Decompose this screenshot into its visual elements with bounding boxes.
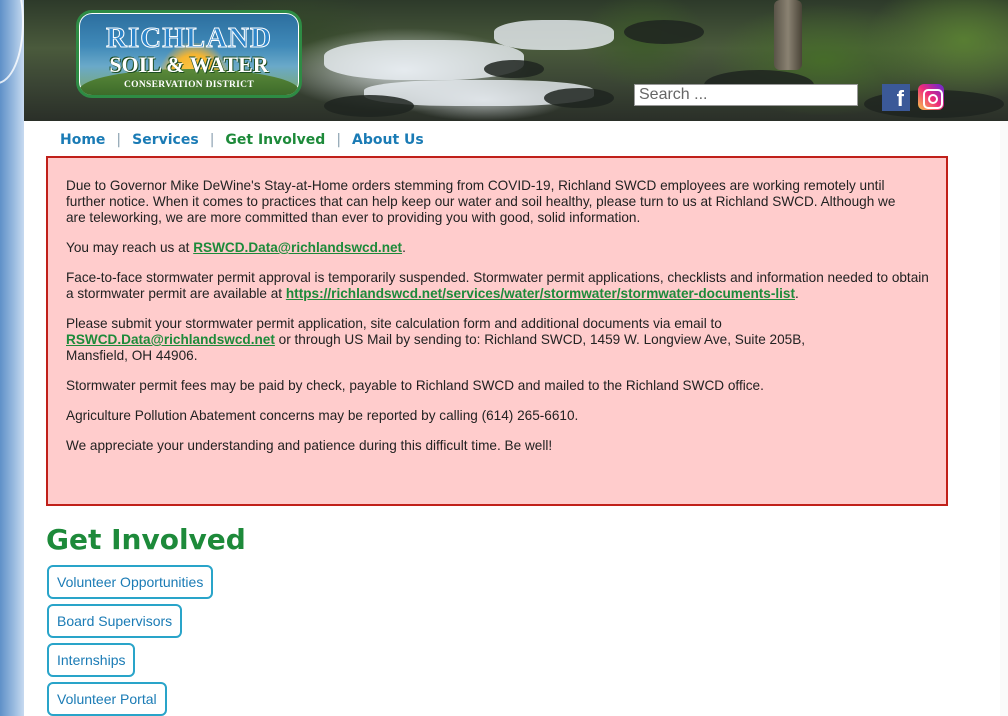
notice-text: Please submit your stormwater permit app… bbox=[66, 316, 722, 331]
logo-text-district: CONSERVATION DISTRICT bbox=[124, 80, 254, 90]
rock bbox=[484, 60, 544, 78]
internships-button[interactable]: Internships bbox=[47, 643, 136, 677]
email-link[interactable]: RSWCD.Data@richlandswcd.net bbox=[66, 332, 275, 347]
nav-about-us[interactable]: About Us bbox=[352, 132, 424, 148]
right-edge bbox=[1000, 121, 1008, 716]
notice-paragraph: Face-to-face stormwater permit approval … bbox=[66, 270, 936, 302]
nav-get-involved[interactable]: Get Involved bbox=[225, 132, 325, 148]
stream-water bbox=[494, 20, 614, 50]
rock bbox=[544, 88, 614, 108]
volunteer-opportunities-button[interactable]: Volunteer Opportunities bbox=[47, 565, 214, 599]
notice-paragraph: Stormwater permit fees may be paid by ch… bbox=[66, 378, 764, 393]
stormwater-documents-link[interactable]: https://richlandswcd.net/services/water/… bbox=[286, 286, 795, 301]
nav-separator: | bbox=[209, 132, 215, 148]
notice-paragraph: Due to Governor Mike DeWine's Stay-at-Ho… bbox=[66, 178, 896, 225]
notice-paragraph: Agriculture Pollution Abatement concerns… bbox=[66, 408, 579, 423]
page-title: Get Involved bbox=[46, 523, 246, 556]
tree-trunk bbox=[774, 0, 802, 70]
instagram-icon[interactable] bbox=[918, 84, 944, 110]
board-supervisors-button[interactable]: Board Supervisors bbox=[47, 604, 183, 638]
nav-separator: | bbox=[336, 132, 342, 148]
nav-separator: | bbox=[116, 132, 122, 148]
rock bbox=[324, 95, 414, 117]
email-link[interactable]: RSWCD.Data@richlandswcd.net bbox=[193, 240, 402, 255]
notice-paragraph: We appreciate your understanding and pat… bbox=[66, 438, 553, 453]
volunteer-portal-button[interactable]: Volunteer Portal bbox=[47, 682, 167, 716]
notice-paragraph: You may reach us at RSWCD.Data@richlands… bbox=[66, 240, 946, 256]
notice-paragraph: Please submit your stormwater permit app… bbox=[66, 316, 836, 364]
search-input[interactable] bbox=[634, 84, 858, 106]
notice-text: You may reach us at bbox=[66, 240, 194, 255]
logo-text-soil-water: SOIL & WATER bbox=[109, 52, 269, 77]
nav-home[interactable]: Home bbox=[60, 132, 105, 148]
logo-text-richland: RICHLAND bbox=[106, 22, 272, 54]
facebook-icon[interactable]: f bbox=[882, 84, 910, 111]
site-logo[interactable]: RICHLAND SOIL & WATER CONSERVATION DISTR… bbox=[76, 10, 302, 98]
covid-notice-box: Due to Governor Mike DeWine's Stay-at-Ho… bbox=[46, 156, 948, 506]
header-banner: RICHLAND SOIL & WATER CONSERVATION DISTR… bbox=[24, 0, 1008, 121]
left-decorative-strip bbox=[0, 0, 24, 716]
nav-services[interactable]: Services bbox=[132, 132, 199, 148]
notice-text: . bbox=[795, 286, 799, 301]
rock bbox=[624, 20, 704, 44]
main-nav: Home | Services | Get Involved | About U… bbox=[60, 131, 424, 149]
notice-text: . bbox=[402, 240, 406, 255]
